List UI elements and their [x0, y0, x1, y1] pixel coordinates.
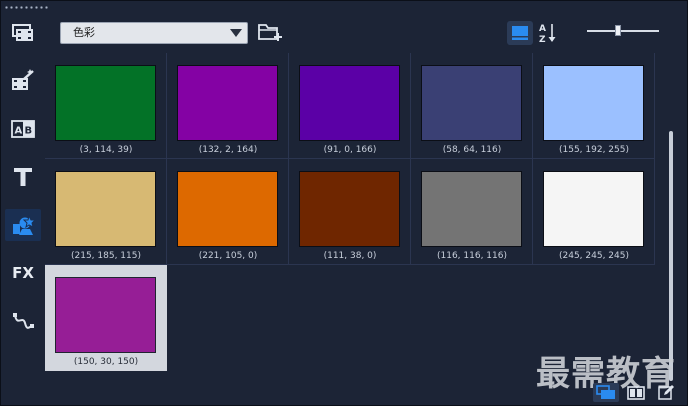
color-swatch [55, 171, 156, 247]
sidebar-item-path[interactable] [5, 305, 41, 337]
color-swatch-label: (132, 2, 164) [198, 145, 258, 155]
sort-button[interactable]: A Z [538, 21, 558, 45]
category-dropdown[interactable]: 色彩 [60, 22, 248, 44]
media-library-icon [12, 24, 33, 41]
color-swatch [421, 65, 522, 141]
library-view-icon [596, 385, 615, 399]
split-view-button[interactable] [623, 383, 649, 402]
vertical-scrollbar[interactable] [669, 131, 673, 381]
color-swatch-label: (155, 192, 255) [558, 145, 629, 155]
svg-text:A: A [539, 24, 546, 34]
color-swatch [177, 65, 278, 141]
color-swatch [543, 65, 644, 141]
color-swatch-label: (3, 114, 39) [79, 145, 133, 155]
sort-az-icon: A Z [539, 24, 556, 45]
color-swatch [55, 65, 156, 141]
svg-text:A: A [15, 126, 23, 137]
transition-icon: A B [11, 120, 35, 138]
folder-add-icon [258, 24, 282, 41]
dropdown-arrow-icon [230, 29, 242, 37]
color-swatch-item[interactable]: (245, 245, 245) [533, 159, 655, 265]
color-swatch [55, 277, 156, 353]
sidebar-item-media[interactable] [5, 17, 41, 49]
zoom-slider-track [587, 30, 659, 32]
color-swatch-item[interactable]: (215, 185, 115) [45, 159, 167, 265]
instant-project-icon [12, 69, 34, 90]
svg-text:Z: Z [539, 35, 546, 45]
color-swatch [299, 171, 400, 247]
list-view-icon [512, 26, 528, 40]
svg-text:B: B [25, 126, 33, 137]
color-swatch-label: (215, 185, 115) [70, 251, 141, 261]
color-swatch-item[interactable]: (111, 38, 0) [289, 159, 411, 265]
graphics-icon [13, 214, 36, 235]
sidebar-item-title[interactable] [5, 161, 41, 193]
sidebar-item-transition[interactable]: A B [5, 113, 41, 145]
library-panel: A B FX 色彩 A Z (3, 114, 39) (132, 2, 164)… [0, 0, 688, 406]
sidebar-item-instant-project[interactable] [5, 65, 41, 97]
swatch-grid: (3, 114, 39) (132, 2, 164) (91, 0, 166) (58… [45, 53, 661, 373]
color-swatch-item[interactable]: (3, 114, 39) [45, 53, 167, 159]
edit-icon [658, 385, 674, 400]
color-swatch [543, 171, 644, 247]
zoom-slider-thumb[interactable] [615, 25, 621, 36]
edit-view-button[interactable] [653, 383, 679, 402]
color-swatch [299, 65, 400, 141]
color-swatch [177, 171, 278, 247]
sidebar: A B FX [1, 13, 44, 405]
color-swatch-item[interactable]: (150, 30, 150) [45, 265, 167, 371]
add-folder-button[interactable] [257, 20, 283, 44]
toolbar: 色彩 A Z [44, 13, 687, 53]
path-icon [13, 313, 34, 329]
library-view-button[interactable] [593, 383, 619, 402]
filter-icon: FX [12, 264, 34, 282]
color-swatch-label: (116, 116, 116) [436, 251, 507, 261]
color-swatch-item[interactable]: (58, 64, 116) [411, 53, 533, 159]
split-view-icon [627, 385, 645, 400]
color-swatch-label: (221, 105, 0) [198, 251, 258, 261]
view-list-button[interactable] [507, 21, 533, 45]
color-swatch-item[interactable]: (132, 2, 164) [167, 53, 289, 159]
color-swatch-label: (58, 64, 116) [442, 145, 502, 155]
color-swatch-item[interactable]: (155, 192, 255) [533, 53, 655, 159]
color-swatch [421, 171, 522, 247]
panel-grip-handle[interactable] [4, 6, 50, 9]
zoom-slider[interactable] [587, 23, 659, 39]
sidebar-item-graphics[interactable] [5, 209, 41, 241]
color-swatch-label: (91, 0, 166) [323, 145, 377, 155]
color-swatch-label: (245, 245, 245) [558, 251, 629, 261]
color-swatch-label: (111, 38, 0) [323, 251, 377, 261]
color-swatch-item[interactable]: (91, 0, 166) [289, 53, 411, 159]
view-mode-bar [591, 382, 687, 404]
color-swatch-item[interactable]: (221, 105, 0) [167, 159, 289, 265]
color-swatch-label: (150, 30, 150) [73, 357, 139, 367]
color-swatch-item[interactable]: (116, 116, 116) [411, 159, 533, 265]
category-dropdown-value: 色彩 [73, 26, 95, 39]
sidebar-item-filter[interactable]: FX [5, 257, 41, 289]
title-icon [14, 168, 32, 186]
